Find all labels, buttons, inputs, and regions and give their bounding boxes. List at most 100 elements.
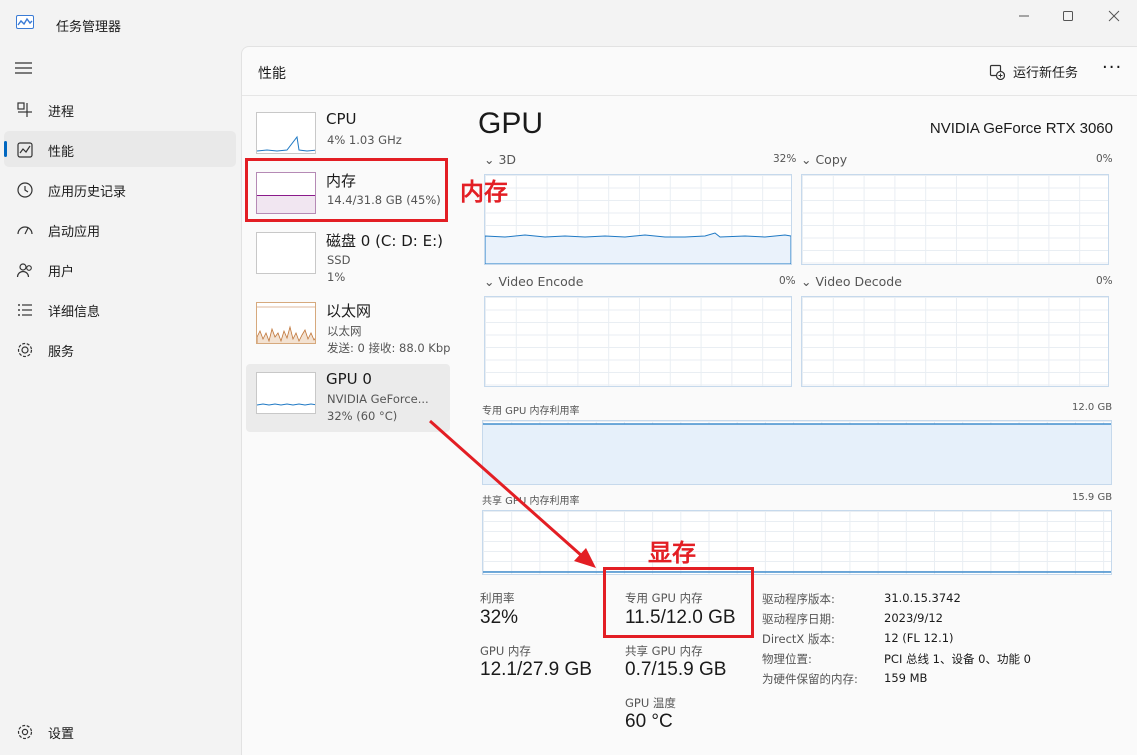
history-icon	[17, 182, 33, 198]
run-new-task-label: 运行新任务	[1013, 66, 1079, 81]
graph-video-decode	[801, 296, 1109, 387]
nav-item-label: 用户	[48, 265, 75, 280]
minimize-button[interactable]	[1010, 6, 1038, 26]
engine-percent: 32%	[773, 153, 797, 165]
window-title: 任务管理器	[56, 20, 122, 35]
chevron-down-icon: ⌄	[801, 274, 816, 289]
device-name: CPU	[326, 110, 357, 128]
device-disk[interactable]: 磁盘 0 (C: D: E:) SSD 1%	[246, 224, 450, 292]
physical-location: PCI 总线 1、设备 0、功能 0	[884, 652, 1031, 666]
panel-header: 性能 运行新任务 ···	[242, 47, 1137, 96]
gear-icon	[17, 342, 33, 358]
info-key: 驱动程序版本:	[762, 592, 835, 606]
more-options-button[interactable]: ···	[1102, 57, 1122, 78]
vram-annotation-label: 显存	[648, 539, 696, 567]
nav-item-details[interactable]: 详细信息	[4, 291, 236, 327]
grid-icon	[17, 102, 32, 117]
utilization-value: 32%	[480, 607, 519, 628]
gpu-memory-value: 12.1/27.9 GB	[480, 659, 592, 680]
device-detail: 以太网	[327, 324, 362, 338]
nav-item-label: 服务	[48, 345, 75, 360]
nav-item-label: 详细信息	[48, 305, 101, 320]
hardware-reserved-memory: 159 MB	[884, 671, 928, 685]
disk-thumbnail-graph	[256, 232, 316, 274]
settings-gear-icon	[17, 724, 33, 740]
navigation-pane: 进程 性能 应用历史记录 启动应用 用户 详细信息 服务 设置	[0, 46, 240, 755]
shared-memory-graph-label: 共享 GPU 内存利用率	[482, 496, 580, 507]
nav-item-services[interactable]: 服务	[4, 331, 236, 367]
engine-dropdown-video-encode[interactable]: ⌄ Video Encode	[484, 274, 583, 289]
speedometer-icon	[17, 226, 33, 235]
maximize-icon	[1063, 11, 1073, 21]
shared-memory-graph-max: 15.9 GB	[1072, 492, 1113, 503]
graph-shared-memory	[482, 510, 1112, 575]
device-name: 磁盘 0 (C: D: E:)	[326, 232, 443, 250]
shared-memory-value: 0.7/15.9 GB	[625, 659, 727, 680]
cpu-thumbnail-graph	[256, 112, 316, 154]
dedicated-memory-graph-label: 专用 GPU 内存利用率	[482, 406, 580, 417]
gpu-temperature-value: 60 °C	[625, 711, 673, 732]
device-detail: NVIDIA GeForce...	[327, 392, 429, 406]
info-key: DirectX 版本:	[762, 632, 835, 646]
performance-panel: 性能 运行新任务 ··· CPU 4% 1.03 GHz 内存 14.4/31.…	[241, 46, 1137, 755]
hamburger-menu-icon[interactable]	[14, 60, 34, 76]
nav-item-processes[interactable]: 进程	[4, 91, 236, 127]
ethernet-thumbnail-graph	[256, 302, 316, 344]
gpu-temperature-label: GPU 温度	[625, 696, 676, 710]
graph-video-encode	[484, 296, 792, 387]
engine-dropdown-3d[interactable]: ⌄ 3D	[484, 152, 516, 167]
run-new-task-button[interactable]: 运行新任务	[989, 62, 1078, 81]
device-name: GPU 0	[326, 370, 372, 388]
nav-item-performance[interactable]: 性能	[4, 131, 236, 167]
driver-version: 31.0.15.3742	[884, 591, 961, 605]
nav-item-label: 应用历史记录	[48, 185, 127, 200]
page-title: 性能	[258, 66, 286, 82]
nav-item-label: 进程	[48, 105, 75, 120]
graph-dedicated-memory	[482, 420, 1112, 485]
device-ethernet[interactable]: 以太网 以太网 发送: 0 接收: 88.0 Kbp	[246, 294, 450, 362]
info-key: 为硬件保留的内存:	[762, 672, 858, 686]
close-icon	[1108, 10, 1120, 22]
performance-icon	[17, 142, 33, 158]
gpu-model-name: NVIDIA GeForce RTX 3060	[929, 120, 1113, 137]
directx-version: 12 (FL 12.1)	[884, 631, 954, 645]
vram-highlight-box	[603, 567, 754, 638]
utilization-label: 利用率	[480, 591, 515, 605]
close-button[interactable]	[1100, 6, 1128, 26]
chevron-down-icon: ⌄	[801, 152, 816, 167]
engine-dropdown-video-decode[interactable]: ⌄ Video Decode	[801, 274, 902, 289]
engine-percent: 0%	[779, 275, 796, 287]
nav-item-users[interactable]: 用户	[4, 251, 236, 287]
device-name: 以太网	[326, 302, 372, 320]
gpu-title: GPU	[478, 107, 544, 140]
info-key: 物理位置:	[762, 652, 812, 666]
graph-3d	[484, 174, 792, 265]
device-detail: 32% (60 °C)	[327, 409, 398, 423]
nav-item-startup[interactable]: 启动应用	[4, 211, 236, 247]
device-detail: SSD	[327, 253, 351, 267]
task-manager-icon	[16, 15, 34, 29]
memory-annotation-label: 内存	[460, 178, 508, 206]
nav-item-app-history[interactable]: 应用历史记录	[4, 171, 236, 207]
chevron-down-icon: ⌄	[484, 274, 499, 289]
active-indicator	[4, 141, 7, 157]
graph-copy	[801, 174, 1109, 265]
nav-item-label: 设置	[48, 727, 75, 742]
info-key: 驱动程序日期:	[762, 612, 835, 626]
minimize-icon	[1019, 15, 1029, 17]
nav-item-settings[interactable]: 设置	[4, 713, 236, 749]
device-detail: 1%	[327, 270, 346, 284]
device-detail: 4% 1.03 GHz	[327, 133, 402, 147]
nav-item-label: 启动应用	[48, 225, 101, 240]
nav-item-label: 性能	[48, 145, 75, 160]
device-detail: 发送: 0 接收: 88.0 Kbp	[327, 341, 451, 355]
engine-percent: 0%	[1096, 275, 1113, 287]
gpu-memory-label: GPU 内存	[480, 644, 531, 658]
gpu-thumbnail-graph	[256, 372, 316, 414]
chevron-down-icon: ⌄	[484, 152, 499, 167]
title-bar: 任务管理器	[0, 0, 1137, 46]
memory-highlight-box	[245, 158, 448, 222]
engine-dropdown-copy[interactable]: ⌄ Copy	[801, 152, 847, 167]
maximize-button[interactable]	[1054, 6, 1082, 26]
device-gpu0[interactable]: GPU 0 NVIDIA GeForce... 32% (60 °C)	[246, 364, 450, 432]
